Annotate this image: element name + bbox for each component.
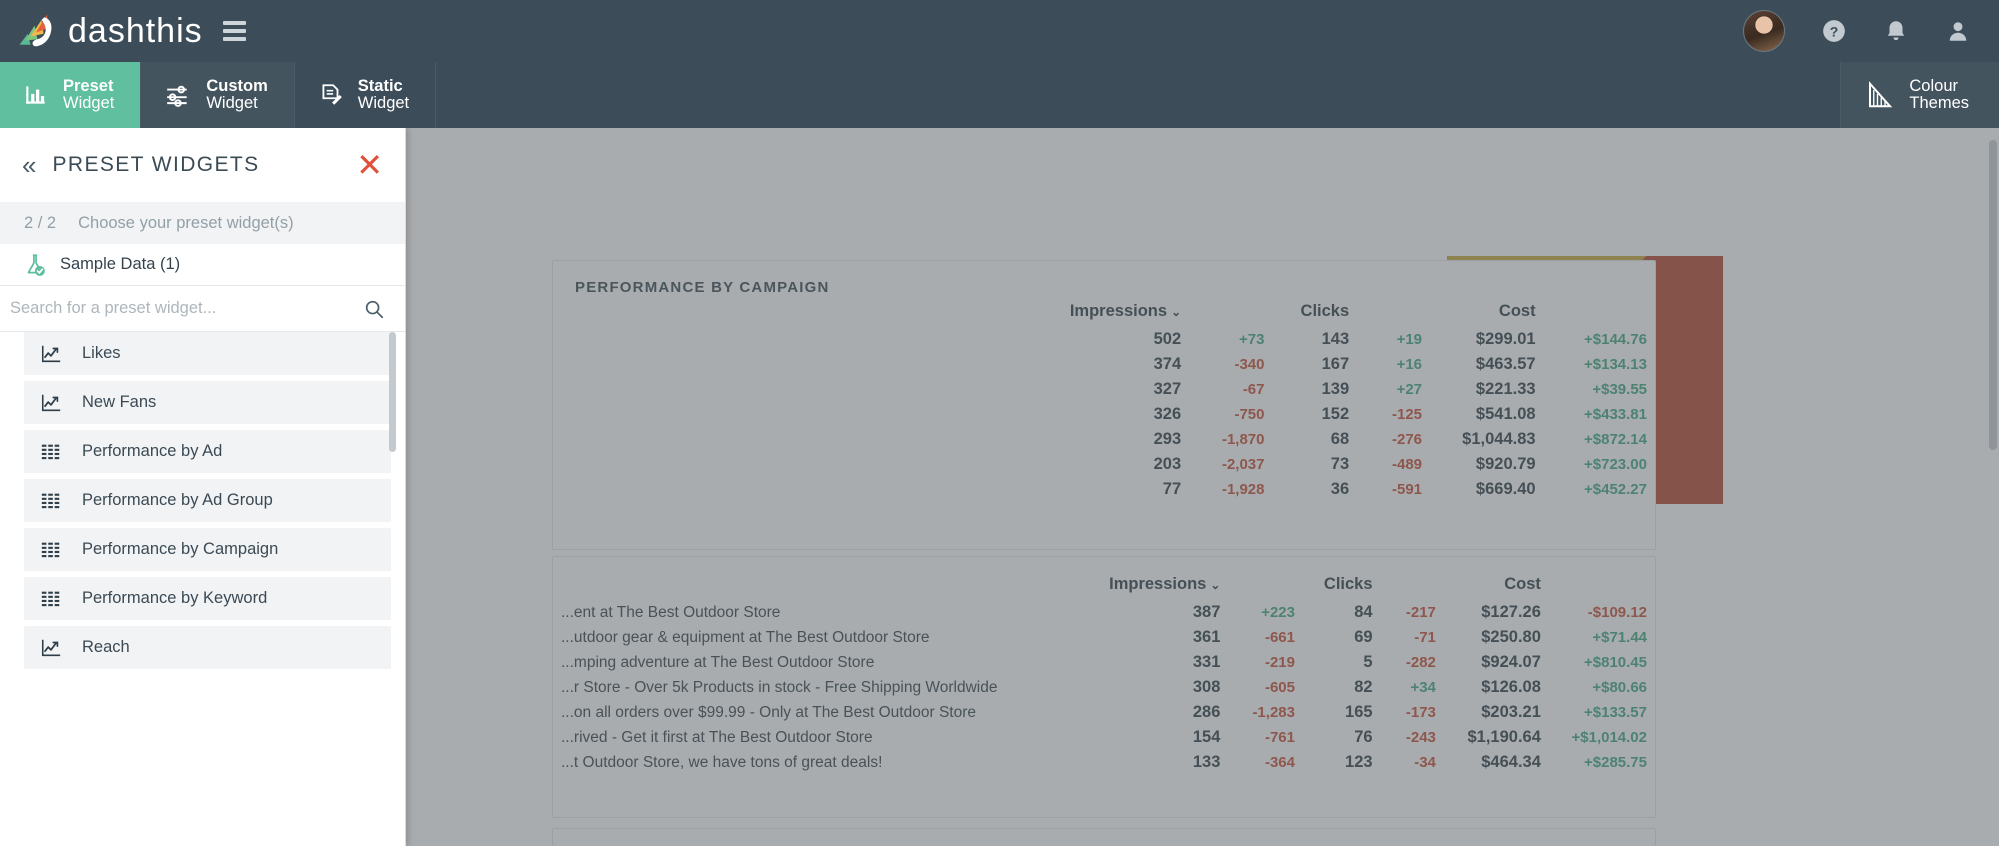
preset-widget-item-label: Reach [82, 638, 130, 656]
preset-widget-item-label: Performance by Campaign [82, 540, 279, 558]
search-input[interactable] [6, 299, 363, 318]
datasource-row[interactable]: Sample Data (1) [0, 244, 405, 286]
tab-preset-widget[interactable]: Preset Widget [0, 62, 142, 128]
preset-widget-item-label: Likes [82, 344, 121, 362]
preset-widgets-panel: « PRESET WIDGETS ✕ 2 / 2 Choose your pre… [0, 128, 406, 846]
tab-static-widget[interactable]: Static Widget [295, 62, 437, 128]
preset-widget-item[interactable]: Reach [24, 626, 391, 669]
preset-widget-item[interactable]: Likes [24, 332, 391, 375]
bell-icon[interactable] [1883, 17, 1909, 45]
chevron-double-left-icon[interactable]: « [22, 152, 36, 178]
document-edit-icon [322, 84, 342, 105]
preset-search-row[interactable] [0, 286, 405, 332]
colour-themes-line2: Themes [1909, 94, 1969, 112]
user-icon[interactable] [1945, 17, 1971, 45]
step-counter: 2 / 2 [24, 213, 57, 232]
user-avatar[interactable] [1743, 10, 1785, 52]
tab-label-line2: Widget [206, 94, 258, 112]
brand-logo-block[interactable]: dashthis [0, 0, 290, 62]
bar-chart-icon [26, 86, 45, 104]
table-grid-icon [41, 542, 60, 557]
table-grid-icon [41, 493, 60, 508]
preset-list-scrollbar[interactable] [389, 332, 396, 452]
preset-widget-item[interactable]: Performance by Ad Group [24, 479, 391, 522]
line-chart-icon [41, 639, 61, 656]
widget-type-tab-bar: Preset Widget Custom Widget Static Widge… [0, 62, 1999, 128]
search-icon[interactable] [363, 298, 385, 320]
preset-widget-item[interactable]: Performance by Ad [24, 430, 391, 473]
line-chart-icon [41, 345, 61, 362]
hamburger-icon[interactable] [222, 21, 246, 41]
line-chart-icon [41, 394, 61, 411]
tab-label-line1: Static [357, 76, 403, 95]
preset-panel-header: « PRESET WIDGETS ✕ [0, 128, 405, 202]
topbar-actions: ? [1743, 0, 1971, 62]
datasource-label: Sample Data (1) [60, 255, 181, 273]
step-label: Choose your preset widget(s) [78, 213, 294, 232]
dashthis-logo-icon [19, 14, 52, 47]
palette-icon [1869, 81, 1893, 108]
preset-widget-item-label: Performance by Keyword [82, 589, 268, 607]
preset-widget-list[interactable]: Likes New Fans Performance by Ad Performanc… [0, 332, 405, 846]
tab-custom-widget[interactable]: Custom Widget [141, 62, 295, 128]
table-grid-icon [41, 444, 60, 459]
close-icon[interactable]: ✕ [356, 149, 383, 181]
tab-label-line1: Preset [63, 76, 114, 95]
preset-widget-item[interactable]: Performance by Keyword [24, 577, 391, 620]
preset-widget-item[interactable]: New Fans [24, 381, 391, 424]
help-circle-icon[interactable]: ? [1821, 17, 1847, 45]
brand-name: dashthis [68, 11, 203, 50]
svg-text:?: ? [1830, 23, 1839, 39]
tab-label-line2: Widget [63, 94, 115, 112]
preset-step-bar: 2 / 2 Choose your preset widget(s) [0, 202, 405, 244]
tab-label-line2: Widget [357, 94, 410, 112]
preset-widget-item-label: Performance by Ad [82, 442, 223, 460]
colour-themes-line1: Colour [1909, 76, 1958, 95]
preset-widget-item-label: New Fans [82, 393, 157, 411]
table-grid-icon [41, 591, 60, 606]
top-navigation-bar: dashthis ? [0, 0, 1999, 62]
sliders-icon [167, 85, 188, 107]
colour-themes-button[interactable]: Colour Themes [1840, 62, 1999, 128]
tab-label-line1: Custom [206, 76, 268, 95]
flask-check-icon [27, 253, 45, 276]
preset-widget-item[interactable]: Performance by Campaign [24, 528, 391, 571]
preset-panel-title: PRESET WIDGETS [52, 153, 260, 176]
preset-widget-item-label: Performance by Ad Group [82, 491, 273, 509]
